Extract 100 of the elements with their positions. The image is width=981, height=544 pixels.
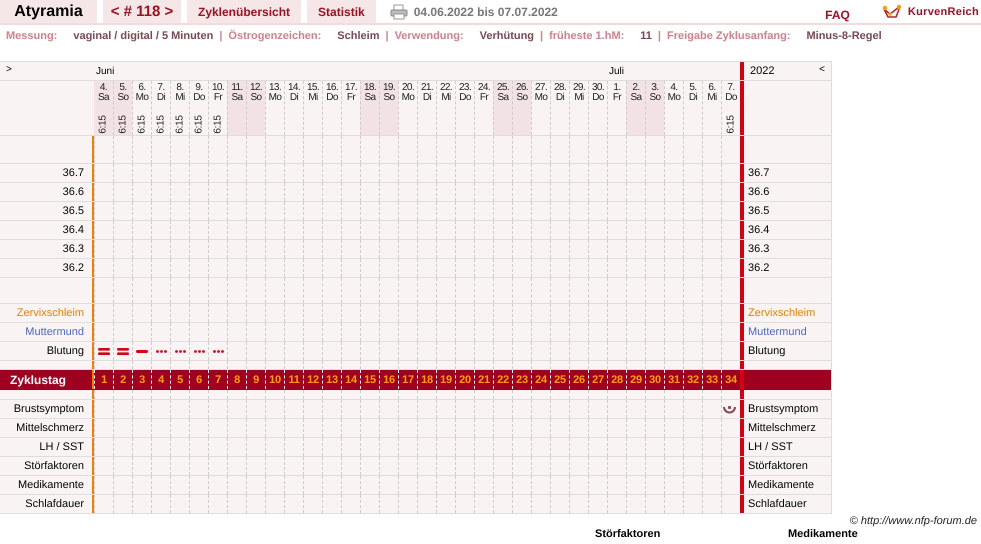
date-header: 16. Do [322, 81, 341, 135]
faq-link[interactable]: FAQ [825, 8, 850, 22]
setting-value: Minus-8-Regel [806, 30, 882, 42]
date-header: 27. Mo [531, 81, 550, 135]
cycle-day-number: 19 [440, 374, 452, 386]
cycle-navigation[interactable]: < # 118 > [103, 0, 181, 23]
time-label: 6:15 [726, 115, 736, 134]
setting-label: Freigabe Zyklusanfang: [667, 30, 790, 42]
temperature-label: 36.2 [747, 261, 770, 276]
setting-label: Östrogenzeichen: [228, 30, 322, 42]
separator: | [385, 30, 389, 42]
cycle-day-number: 15 [364, 374, 376, 386]
cycle-day-number: 20 [459, 374, 471, 386]
time-label: 6:15 [156, 115, 166, 134]
date-header: 12. So [246, 81, 265, 135]
date-header: 20. Mo [398, 81, 417, 135]
date-header: 21. Di [417, 81, 436, 135]
date-header: 3. So [645, 81, 664, 135]
year-label: 2022 [749, 65, 774, 77]
cycle-day-number: 26 [573, 374, 585, 386]
setting-value: vaginal / digital / 5 Minuten [73, 30, 214, 42]
date-header: 22. Mi [436, 81, 455, 135]
date-header: 5. So 6:15 [113, 81, 132, 135]
date-header: 23. Do [455, 81, 474, 135]
cycle-day-number: 4 [158, 374, 164, 386]
separator: | [219, 30, 222, 42]
date-header: 9. Do 6:15 [189, 81, 208, 135]
temperature-label: 36.4 [747, 223, 770, 238]
date-header: 29. Mi [569, 81, 588, 135]
cycle-day-number: 21 [478, 374, 490, 386]
setting-value: Schleim [337, 30, 380, 42]
setting-label: Messung: [6, 30, 58, 42]
cycle-day-number: 13 [326, 374, 338, 386]
cycle-day-number: 30 [649, 374, 661, 386]
cycle-day-number: 25 [554, 374, 566, 386]
cycle-day-number: 27 [592, 374, 604, 386]
date-header: 13. Mo [265, 81, 284, 135]
date-header: 14. Di [284, 81, 303, 135]
time-label: 6:15 [174, 115, 186, 134]
time-label: 6:15 [98, 115, 109, 134]
breast-symptom-icon [722, 404, 736, 414]
cycle-day-number: 8 [234, 374, 240, 386]
section-heading: Medikamente [788, 528, 859, 541]
date-header: 18. Sa [360, 81, 379, 135]
row-label: Muttermund [747, 325, 808, 340]
row-label: Schlafdauer [747, 497, 808, 512]
temperature-label: 36.7 [747, 166, 770, 181]
temperature-label: 36.6 [747, 185, 770, 200]
cycle-day-number: 3 [139, 374, 145, 386]
cycle-day-number: 14 [345, 374, 357, 386]
date-header: 8. Mi 6:15 [170, 81, 189, 135]
cycle-day-number: 34 [725, 374, 737, 386]
date-range: 04.06.2022 bis 07.07.2022 [414, 4, 558, 18]
setting-value: Verhütung [480, 30, 534, 42]
row-label: Mittelschmerz [747, 421, 817, 436]
time-label: 6:15 [194, 115, 204, 134]
cycle-day-number: 32 [687, 374, 699, 386]
date-header: 25. Sa [493, 81, 512, 135]
date-header: 19. So [379, 81, 398, 135]
row-label: Brustsymptom [747, 402, 820, 417]
cycle-day-number: 11 [288, 374, 300, 386]
cycle-day-number: 7 [215, 374, 221, 386]
date-header: 4. Mo [664, 81, 683, 135]
chart-logo-icon[interactable] [882, 4, 902, 20]
nav-tab[interactable]: Zyklenübersicht [187, 0, 302, 23]
date-header: 26. So [512, 81, 531, 135]
date-header: 30. Do [588, 81, 607, 135]
copyright-text: © http://www.nfp-forum.de [850, 515, 978, 528]
nav-tab[interactable]: Statistik [307, 0, 376, 23]
month-label: Juni [96, 66, 114, 76]
cycle-day-number: 1 [101, 374, 107, 386]
row-label: Blutung [747, 344, 786, 359]
setting-value: 11 [640, 30, 652, 42]
date-header: 28. Di [550, 81, 569, 135]
row-label: Störfaktoren [747, 459, 809, 474]
cycle-day-number: 16 [383, 374, 395, 386]
time-label: 6:15 [136, 115, 148, 134]
date-header: 6. Mi [702, 81, 721, 135]
temperature-label: 36.3 [747, 242, 770, 257]
cycle-day-number: 6 [196, 374, 202, 386]
cycle-day-number: 12 [307, 374, 319, 386]
cycle-day-number: 17 [402, 374, 414, 386]
cycle-day-number: 5 [177, 374, 183, 386]
cycle-day-number: 28 [611, 374, 623, 386]
temperature-label: 36.5 [747, 204, 770, 219]
row-label: Schlafdauer [0, 495, 94, 513]
setting-label: früheste 1.hM: [549, 30, 624, 42]
time-label: 6:15 [212, 115, 224, 134]
printer-icon[interactable] [390, 4, 408, 20]
row-label: LH / SST [747, 440, 794, 455]
brand-link[interactable]: KurvenReich [908, 6, 979, 18]
date-header: 7. Di 6:15 [151, 81, 170, 135]
cycle-day-number: 33 [706, 374, 718, 386]
section-heading: Störfaktoren [595, 528, 662, 541]
month-label: Juli [609, 66, 624, 76]
separator: | [658, 30, 661, 42]
date-header: 5. Di [683, 81, 702, 135]
cycle-day-number: 9 [253, 374, 259, 386]
cycle-day-number: 22 [497, 374, 509, 386]
cycle-day-number: 29 [630, 374, 642, 386]
